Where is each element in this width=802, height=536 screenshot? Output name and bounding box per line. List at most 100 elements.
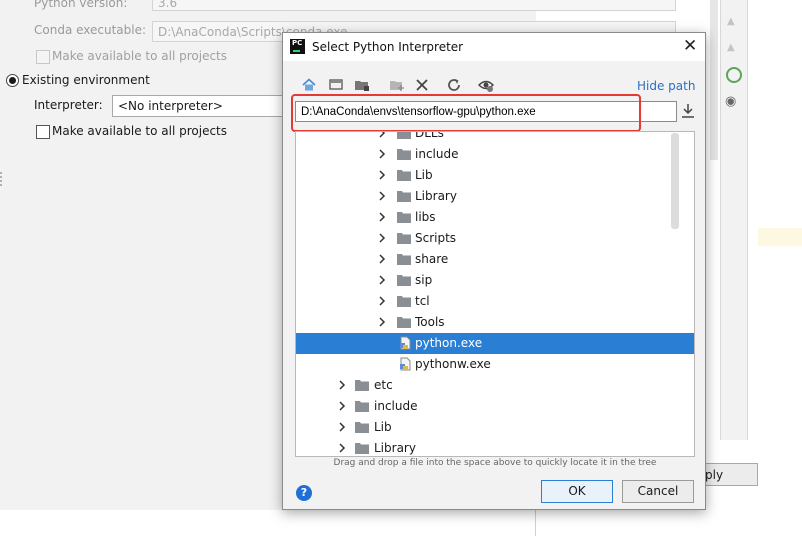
folder-icon xyxy=(355,422,369,433)
arrow-up-icon[interactable]: ▲ xyxy=(727,16,741,28)
make-available-checkbox[interactable] xyxy=(36,125,50,139)
chevron-right-icon[interactable] xyxy=(377,190,387,202)
tree-folder-row[interactable]: DLLs xyxy=(296,131,694,144)
conda-executable-label: Conda executable: xyxy=(34,23,147,37)
folder-icon xyxy=(397,191,411,202)
tree-item-label: etc xyxy=(374,378,393,392)
download-icon[interactable] xyxy=(681,103,695,119)
eye-icon[interactable]: ◉ xyxy=(725,94,736,109)
chevron-right-icon[interactable] xyxy=(377,131,387,139)
chevron-right-icon[interactable] xyxy=(377,295,387,307)
interpreter-select[interactable]: <No interpreter> xyxy=(112,95,302,117)
chevron-right-icon[interactable] xyxy=(377,274,387,286)
tree-folder-row[interactable]: libs xyxy=(296,207,694,228)
tree-folder-row[interactable]: tcl xyxy=(296,291,694,312)
folder-icon xyxy=(397,296,411,307)
tree-folder-row[interactable]: sip xyxy=(296,270,694,291)
chevron-right-icon[interactable] xyxy=(377,169,387,181)
tree-folder-row[interactable]: Library xyxy=(296,438,694,456)
folder-icon xyxy=(397,233,411,244)
annotation-highlight-box xyxy=(291,94,641,132)
settings-footer xyxy=(0,510,536,536)
tree-item-label: python.exe xyxy=(415,336,483,350)
tree-item-label: tcl xyxy=(415,294,430,308)
drag-drop-hint: Drag and drop a file into the space abov… xyxy=(333,458,657,468)
dialog-title: Select Python Interpreter xyxy=(312,40,464,54)
resize-grip[interactable] xyxy=(0,172,4,186)
tree-folder-row[interactable]: Scripts xyxy=(296,228,694,249)
tree-folder-row[interactable]: Lib xyxy=(296,165,694,186)
home-icon[interactable] xyxy=(301,77,317,93)
make-available-label-2: Make available to all projects xyxy=(52,124,228,138)
folder-icon xyxy=(397,212,411,223)
make-available-checkbox-disabled[interactable] xyxy=(36,50,50,64)
refresh-icon[interactable] xyxy=(446,77,462,93)
radio-selected-dot xyxy=(9,77,16,84)
folder-icon xyxy=(397,132,411,139)
cancel-button[interactable]: Cancel xyxy=(622,480,694,503)
hide-path-link[interactable]: Hide path xyxy=(637,79,695,93)
tree-file-row[interactable]: python.exe xyxy=(296,333,694,354)
new-folder-icon[interactable] xyxy=(389,77,405,93)
tree-folder-row[interactable]: include xyxy=(296,396,694,417)
tree-item-label: share xyxy=(415,252,449,266)
move-up-icon[interactable]: ▲ xyxy=(727,42,741,54)
pycharm-logo-icon: PC xyxy=(290,39,305,54)
select-interpreter-dialog: PC Select Python Interpreter ✕ Hide path… xyxy=(282,32,706,510)
tree-folder-row[interactable]: Library xyxy=(296,186,694,207)
folder-icon xyxy=(397,275,411,286)
tree-folder-row[interactable]: etc xyxy=(296,375,694,396)
loading-ring-icon xyxy=(726,67,742,83)
tree-item-label: Library xyxy=(415,189,457,203)
highlight-strip xyxy=(758,228,802,246)
chevron-right-icon[interactable] xyxy=(337,421,347,433)
tree-folder-row[interactable]: Lib xyxy=(296,417,694,438)
project-folder-icon[interactable] xyxy=(354,77,370,93)
existing-environment-label: Existing environment xyxy=(22,73,150,87)
chevron-right-icon[interactable] xyxy=(337,379,347,391)
delete-icon[interactable] xyxy=(414,77,430,93)
tree-item-label: sip xyxy=(415,273,433,287)
close-icon[interactable]: ✕ xyxy=(683,36,697,56)
file-tree[interactable]: DLLs include Lib Library libs Scripts share sip… xyxy=(295,131,695,457)
tree-item-label: pythonw.exe xyxy=(415,357,491,371)
tree-item-label: Tools xyxy=(415,315,445,329)
tree-item-label: Lib xyxy=(415,168,433,182)
python-file-icon xyxy=(400,336,411,350)
help-icon[interactable]: ? xyxy=(296,485,312,501)
chevron-right-icon[interactable] xyxy=(337,400,347,412)
folder-icon xyxy=(397,254,411,265)
divider xyxy=(535,510,536,536)
show-hidden-icon[interactable] xyxy=(478,77,494,93)
folder-icon xyxy=(397,317,411,328)
desktop-icon[interactable] xyxy=(328,77,344,93)
tree-file-row[interactable]: pythonw.exe xyxy=(296,354,694,375)
folder-icon xyxy=(355,443,369,454)
chevron-right-icon[interactable] xyxy=(377,253,387,265)
python-version-select[interactable]: 3.6 xyxy=(152,0,676,11)
tree-item-label: include xyxy=(415,147,459,161)
tree-folder-row[interactable]: Tools xyxy=(296,312,694,333)
interpreter-label: Interpreter: xyxy=(34,98,103,112)
make-available-label: Make available to all projects xyxy=(52,49,228,63)
background-scrollbar[interactable] xyxy=(710,0,718,160)
tree-folder-row[interactable]: include xyxy=(296,144,694,165)
python-file-icon xyxy=(400,357,411,371)
folder-icon xyxy=(397,170,411,181)
dialog-titlebar[interactable]: PC Select Python Interpreter ✕ xyxy=(283,33,705,61)
ok-button[interactable]: OK xyxy=(541,480,613,503)
chevron-right-icon[interactable] xyxy=(377,211,387,223)
chevron-right-icon[interactable] xyxy=(377,316,387,328)
tree-scrollbar[interactable] xyxy=(671,133,679,229)
folder-icon xyxy=(355,401,369,412)
tree-folder-row[interactable]: share xyxy=(296,249,694,270)
folder-icon xyxy=(397,149,411,160)
tree-item-label: Library xyxy=(374,441,416,455)
python-version-label: Python version: xyxy=(34,0,128,10)
chevron-right-icon[interactable] xyxy=(377,148,387,160)
chevron-right-icon[interactable] xyxy=(337,442,347,454)
chevron-right-icon[interactable] xyxy=(377,232,387,244)
side-toolbar xyxy=(720,0,748,440)
tree-item-label: Lib xyxy=(374,420,392,434)
tree-item-label: libs xyxy=(415,210,436,224)
